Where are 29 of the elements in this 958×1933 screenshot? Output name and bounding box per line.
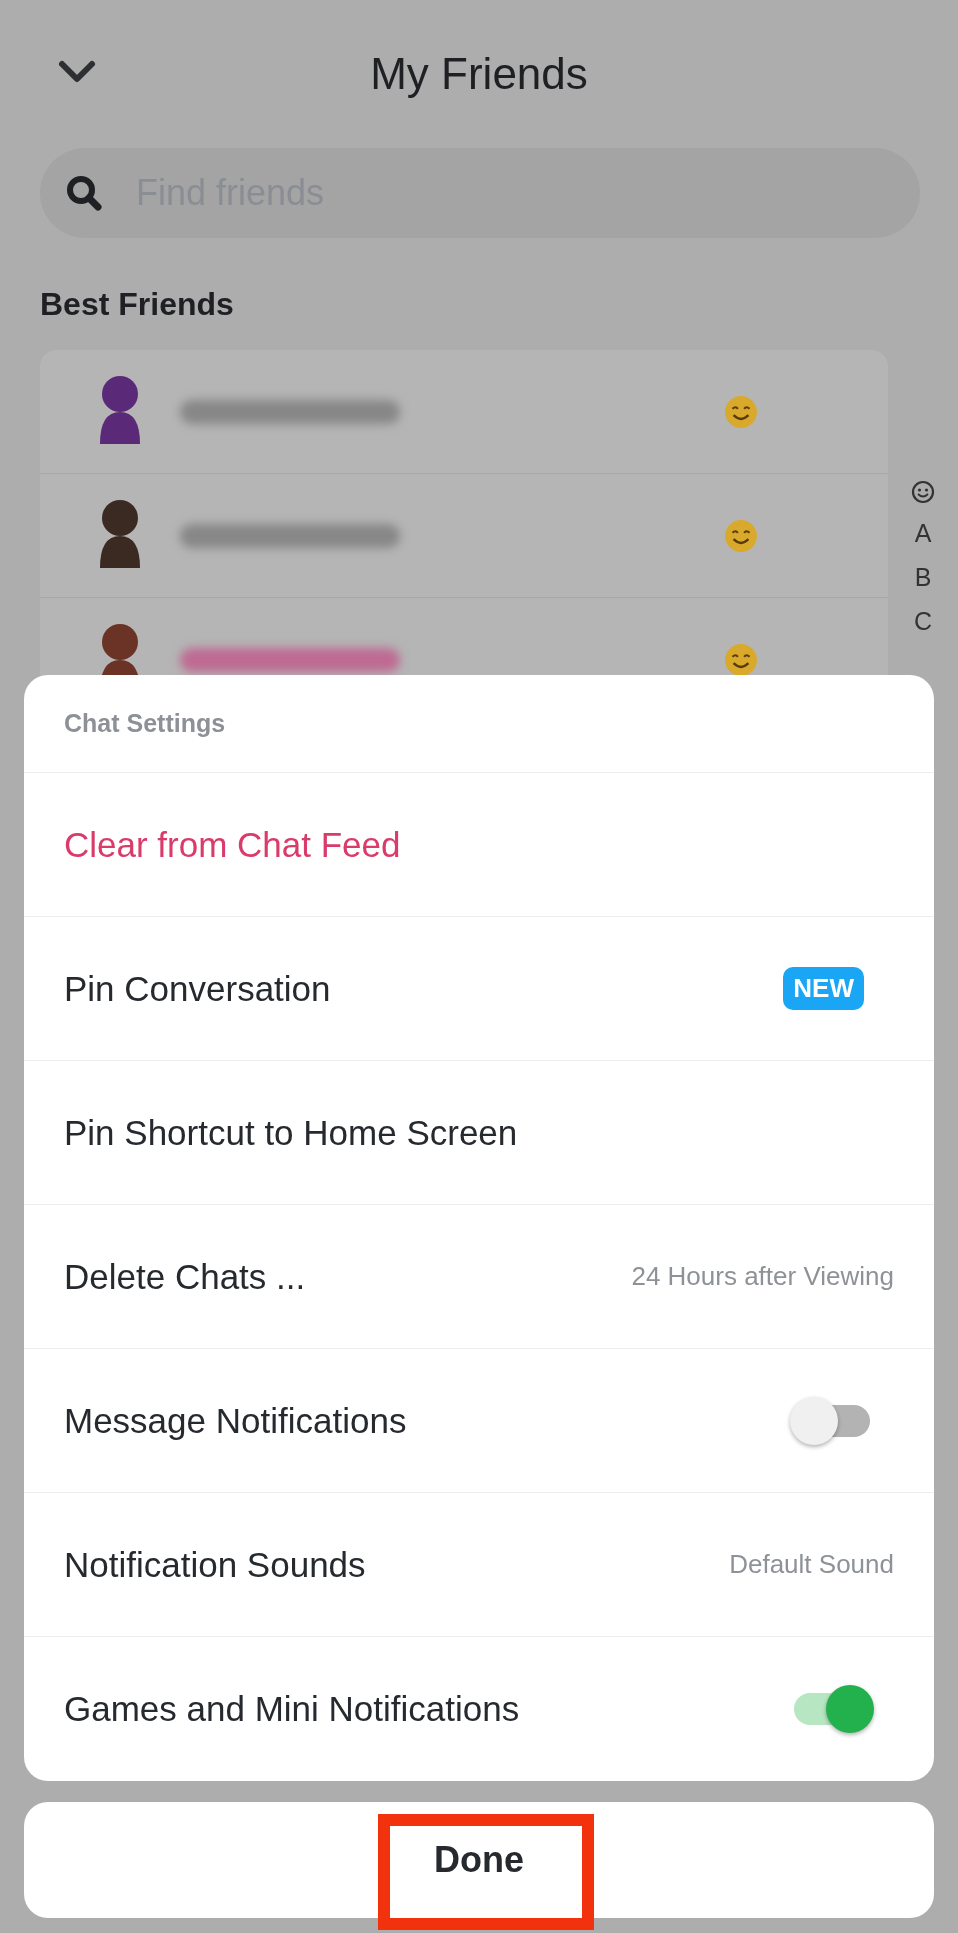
row-label: Pin Conversation bbox=[64, 968, 331, 1009]
row-value: 24 Hours after Viewing bbox=[631, 1261, 894, 1292]
smiley-icon bbox=[724, 518, 758, 553]
settings-row[interactable]: Clear from Chat Feed bbox=[24, 773, 934, 917]
search-icon bbox=[64, 173, 104, 213]
index-letter[interactable]: C bbox=[913, 606, 933, 636]
index-letter[interactable]: A bbox=[914, 518, 932, 548]
index-letter[interactable]: B bbox=[914, 562, 932, 592]
row-label: Delete Chats ... bbox=[64, 1256, 306, 1297]
settings-row[interactable]: Delete Chats ... 24 Hours after Viewing bbox=[24, 1205, 934, 1349]
smiley-index-icon[interactable] bbox=[911, 480, 935, 504]
settings-row[interactable]: Games and Mini Notifications bbox=[24, 1637, 934, 1781]
section-title: Best Friends bbox=[40, 286, 235, 324]
row-label: Clear from Chat Feed bbox=[64, 824, 401, 865]
row-value: Default Sound bbox=[729, 1549, 894, 1580]
settings-row[interactable]: Notification Sounds Default Sound bbox=[24, 1493, 934, 1637]
screen-title: My Friends bbox=[370, 49, 588, 99]
row-label: Message Notifications bbox=[64, 1400, 407, 1441]
row-label: Games and Mini Notifications bbox=[64, 1689, 520, 1729]
sheet-title: Chat Settings bbox=[24, 675, 934, 773]
new-badge: NEW bbox=[783, 967, 864, 1010]
done-button[interactable]: Done bbox=[24, 1802, 934, 1918]
settings-row[interactable]: Pin Conversation NEW bbox=[24, 917, 934, 1061]
settings-row[interactable]: Message Notifications bbox=[24, 1349, 934, 1493]
row-label: Notification Sounds bbox=[64, 1544, 366, 1585]
row-label: Pin Shortcut to Home Screen bbox=[64, 1112, 518, 1153]
smiley-icon bbox=[724, 394, 758, 429]
settings-row[interactable]: Pin Shortcut to Home Screen bbox=[24, 1061, 934, 1205]
smiley-icon bbox=[724, 642, 758, 677]
